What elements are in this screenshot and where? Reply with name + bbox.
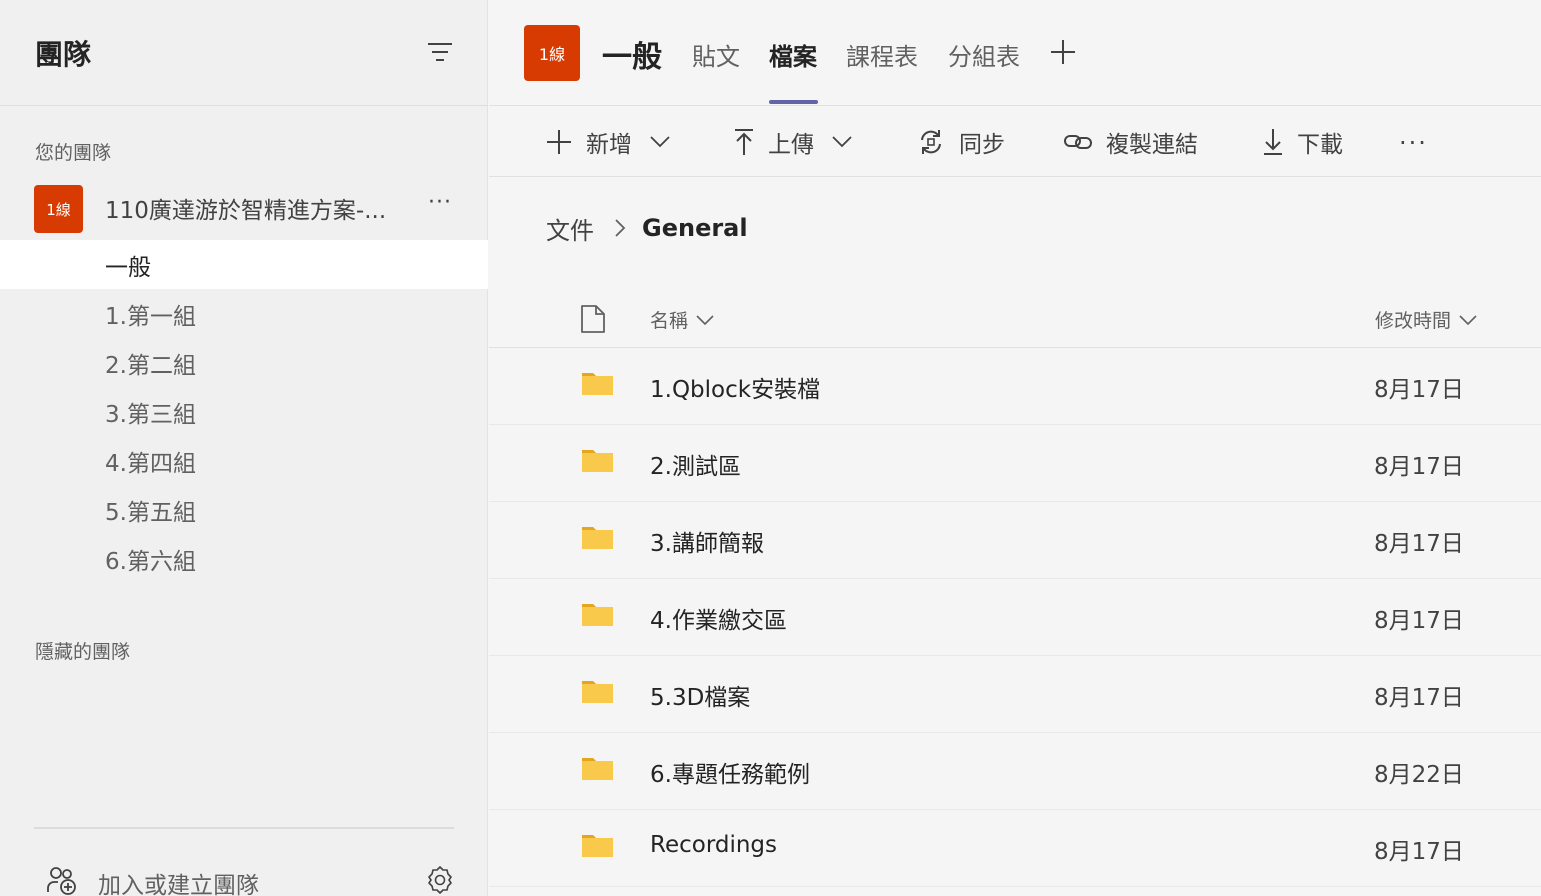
- upload-label: 上傳: [768, 132, 814, 158]
- table-row[interactable]: 6.專題任務範例 8月22日: [489, 733, 1541, 810]
- plus-icon: [547, 130, 571, 154]
- channel-team-avatar: 1線: [524, 25, 580, 81]
- teams-sidebar: 團隊 您的團隊 1線 110廣達游於智精進方案-... ··· 一般 1.第一組…: [0, 0, 488, 896]
- add-tab-icon[interactable]: [1049, 38, 1077, 66]
- copy-link-label: 複製連結: [1106, 132, 1198, 158]
- channel-item-group5[interactable]: 5.第五組: [0, 485, 488, 534]
- sidebar-title: 團隊: [35, 38, 92, 71]
- table-row[interactable]: 2.測試區 8月17日: [489, 425, 1541, 502]
- breadcrumb: 文件 General: [546, 210, 748, 246]
- chevron-down-icon: [832, 136, 852, 148]
- channel-item-group4[interactable]: 4.第四組: [0, 436, 488, 485]
- folder-icon: [582, 373, 613, 395]
- table-row[interactable]: 4.作業繳交區 8月17日: [489, 579, 1541, 656]
- channel-item-group6[interactable]: 6.第六組: [0, 534, 488, 583]
- table-row[interactable]: 3.講師簡報 8月17日: [489, 502, 1541, 579]
- file-modified: 8月17日: [1374, 531, 1464, 557]
- upload-button[interactable]: 上傳: [734, 127, 852, 158]
- chevron-right-icon: [615, 219, 626, 237]
- tab-schedule[interactable]: 課程表: [846, 37, 918, 106]
- chevron-down-icon: [1459, 314, 1477, 325]
- copy-link-button[interactable]: 複製連結: [1064, 127, 1198, 158]
- team-name: 110廣達游於智精進方案-...: [105, 198, 387, 224]
- folder-icon: [582, 604, 613, 626]
- new-label: 新增: [586, 132, 632, 158]
- breadcrumb-current: General: [642, 214, 748, 242]
- channel-item-group1[interactable]: 1.第一組: [0, 289, 488, 338]
- download-label: 下載: [1297, 132, 1343, 158]
- file-name[interactable]: 6.專題任務範例: [650, 755, 810, 789]
- file-icon: [581, 305, 605, 333]
- team-item[interactable]: 1線 110廣達游於智精進方案-... ···: [0, 180, 488, 236]
- file-name[interactable]: 2.測試區: [650, 447, 741, 481]
- upload-arrow-icon: [735, 129, 753, 155]
- file-name[interactable]: 3.講師簡報: [650, 524, 764, 558]
- filter-icon[interactable]: [426, 40, 454, 64]
- file-name[interactable]: 4.作業繳交區: [650, 601, 787, 635]
- channel-list: 一般 1.第一組 2.第二組 3.第三組 4.第四組 5.第五組 6.第六組: [0, 240, 488, 583]
- new-button[interactable]: 新增: [546, 127, 670, 158]
- table-row[interactable]: 5.3D檔案 8月17日: [489, 656, 1541, 733]
- files-toolbar: 新增 上傳 同步 複製連結 下載 ···: [489, 107, 1541, 177]
- gear-icon[interactable]: [424, 864, 456, 896]
- active-tab-indicator: [769, 100, 818, 104]
- link-icon: [1064, 135, 1092, 149]
- chevron-down-icon: [696, 314, 714, 325]
- file-name[interactable]: 5.3D檔案: [650, 678, 750, 712]
- file-name[interactable]: Recordings: [650, 832, 777, 858]
- file-modified: 8月17日: [1374, 377, 1464, 403]
- column-name-label: 名稱: [650, 310, 689, 332]
- add-people-icon[interactable]: [46, 866, 78, 896]
- your-teams-label: 您的團隊: [35, 142, 112, 164]
- table-row[interactable]: Recordings 8月17日: [489, 810, 1541, 887]
- hidden-teams-label[interactable]: 隱藏的團隊: [35, 637, 130, 664]
- download-arrow-icon: [1264, 129, 1282, 155]
- file-list: 1.Qblock安裝檔 8月17日 2.測試區 8月17日 3.講師簡報 8月1…: [489, 348, 1541, 887]
- column-header-modified[interactable]: 修改時間: [1375, 306, 1477, 333]
- sync-button[interactable]: 同步: [917, 127, 1005, 158]
- more-options-button[interactable]: ···: [1399, 129, 1428, 157]
- sync-label: 同步: [959, 132, 1005, 158]
- team-avatar: 1線: [34, 185, 83, 233]
- table-row[interactable]: 1.Qblock安裝檔 8月17日: [489, 348, 1541, 425]
- file-modified: 8月17日: [1374, 454, 1464, 480]
- sidebar-divider: [34, 827, 454, 829]
- main-content: 1線 一般 貼文 檔案 課程表 分組表 新增 上傳 同步 複製連結 下載 ···…: [489, 0, 1541, 896]
- sync-icon: [921, 130, 941, 154]
- file-modified: 8月22日: [1374, 762, 1464, 788]
- join-or-create-team-link[interactable]: 加入或建立團隊: [98, 866, 259, 896]
- channel-item-general[interactable]: 一般: [0, 240, 488, 289]
- chevron-down-icon: [650, 136, 670, 148]
- folder-icon: [582, 527, 613, 549]
- channel-item-group3[interactable]: 3.第三組: [0, 387, 488, 436]
- file-modified: 8月17日: [1374, 685, 1464, 711]
- channel-title: 一般: [602, 40, 662, 75]
- tab-files[interactable]: 檔案: [769, 37, 817, 106]
- column-modified-label: 修改時間: [1375, 310, 1452, 332]
- download-button[interactable]: 下載: [1263, 127, 1343, 158]
- team-more-options-button[interactable]: ···: [424, 190, 456, 220]
- folder-icon: [582, 835, 613, 857]
- channel-header: 1線 一般 貼文 檔案 課程表 分組表: [489, 0, 1541, 106]
- folder-icon: [582, 681, 613, 703]
- file-name[interactable]: 1.Qblock安裝檔: [650, 370, 820, 404]
- sidebar-header: 團隊: [0, 0, 487, 106]
- sidebar-footer: 加入或建立團隊: [0, 850, 488, 896]
- tab-posts[interactable]: 貼文: [692, 37, 740, 106]
- column-header-name[interactable]: 名稱: [650, 306, 714, 333]
- breadcrumb-root[interactable]: 文件: [546, 211, 594, 246]
- folder-icon: [582, 758, 613, 780]
- tab-groups[interactable]: 分組表: [948, 37, 1020, 106]
- file-modified: 8月17日: [1374, 839, 1464, 865]
- file-table-header: 名稱 修改時間: [489, 290, 1541, 348]
- folder-icon: [582, 450, 613, 472]
- channel-item-group2[interactable]: 2.第二組: [0, 338, 488, 387]
- file-modified: 8月17日: [1374, 608, 1464, 634]
